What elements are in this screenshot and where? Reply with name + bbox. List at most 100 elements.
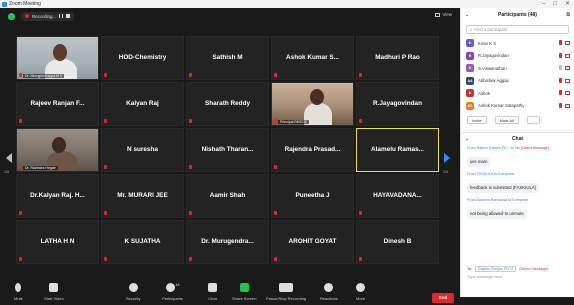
participant-name: R.Jayagovindan: [372, 100, 422, 107]
to-label: To:: [467, 267, 473, 271]
mute-all-button[interactable]: Mute All: [494, 116, 519, 124]
video-name-label: Principal BMSCE: [278, 120, 309, 124]
window-controls: – □ ✕: [542, 0, 570, 8]
share-screen-icon: [239, 283, 249, 292]
participant-row[interactable]: S S.Viswanathan: [461, 62, 574, 75]
chevron-down-icon[interactable]: ⌄: [465, 12, 469, 18]
chat-button[interactable]: Chat: [208, 283, 217, 301]
participant-row-name: Kiran K S: [478, 40, 497, 46]
participant-tile[interactable]: Dr. Murugendrappa M V: [16, 36, 99, 80]
window-title: Zoom Meeting: [9, 1, 41, 7]
participant-row[interactable]: R R.Jayagovindan: [461, 50, 574, 63]
participant-tile[interactable]: LATHA H N: [16, 220, 99, 264]
participant-tile[interactable]: Alamelu Ramas...: [356, 128, 439, 172]
participant-search-input[interactable]: ⌕ Find a participant: [466, 25, 569, 34]
smiley-icon: [324, 283, 334, 292]
muted-mic-icon: [189, 119, 192, 123]
more-button[interactable]: More: [356, 283, 365, 301]
participant-tile[interactable]: Ashok Kumar S...: [271, 36, 354, 80]
end-meeting-button[interactable]: End: [432, 293, 454, 303]
participant-name: Rajeev Ranjan F...: [30, 100, 85, 107]
participant-tile[interactable]: Puneetha J: [271, 174, 354, 218]
muted-mic-icon: [19, 119, 22, 123]
close-button[interactable]: ✕: [565, 0, 570, 8]
ellipsis-icon: [356, 283, 366, 292]
participant-tile[interactable]: N suresha: [101, 128, 184, 172]
participant-tile[interactable]: AROHIT GOYAT: [271, 220, 354, 264]
prev-page-button[interactable]: [6, 153, 14, 167]
muted-mic-icon: [359, 211, 362, 215]
minimize-button[interactable]: –: [542, 0, 545, 8]
muted-mic-icon: [274, 119, 277, 123]
participants-button[interactable]: 48 Participants: [162, 283, 183, 301]
participant-tile[interactable]: Rajendra Prasad...: [271, 128, 354, 172]
muted-mic-icon: [559, 65, 562, 70]
muted-mic-icon: [559, 102, 562, 108]
sender-text: From FKSKULA to Everyone: [467, 172, 514, 176]
sender-text: From Alamelu Ramaswa to Everyone: [467, 198, 528, 202]
next-page-button[interactable]: [444, 153, 452, 167]
maximize-button[interactable]: □: [553, 0, 557, 8]
participant-name: Aamir Shah: [209, 192, 246, 199]
participant-tile[interactable]: Rajeev Ranjan F...: [16, 82, 99, 126]
participant-tile[interactable]: Dr. Murugendra...: [186, 220, 269, 264]
muted-mic-icon: [559, 77, 562, 83]
message-text: yes mam: [467, 157, 491, 167]
search-icon: ⌕: [470, 27, 473, 32]
participant-row[interactable]: AA Abhishek Aggaji: [461, 75, 574, 88]
direct-message-tag: (Direct Message): [521, 146, 550, 150]
reactions-button[interactable]: Reactions: [320, 283, 338, 301]
security-button[interactable]: Security: [126, 283, 140, 301]
pause-recording-icon[interactable]: [59, 14, 64, 18]
pop-out-icon[interactable]: ⧉: [566, 12, 570, 18]
message-sender: From Rajeev Ranjan FD... to Me (Direct M…: [467, 146, 568, 150]
recording-dot-icon: [25, 14, 29, 18]
video-camera-icon: [49, 283, 59, 292]
participant-tile[interactable]: HOD-Chemistry: [101, 36, 184, 80]
avatar: S: [466, 64, 474, 73]
share-screen-button[interactable]: Share Screen: [232, 283, 256, 301]
start-video-button[interactable]: Start Video: [44, 283, 64, 301]
chat-message: From FKSKULA to Everyone feedback is subm…: [461, 170, 574, 196]
pause-stop-recording-button[interactable]: Pause/Stop Recording: [266, 283, 306, 301]
grid-view-icon: [435, 12, 441, 17]
participant-tile[interactable]: Kalyan Raj: [101, 82, 184, 126]
participant-tile[interactable]: Aamir Shah: [186, 174, 269, 218]
avatar: A: [466, 89, 474, 98]
chat-title: Chat: [511, 135, 524, 142]
security-shield-icon[interactable]: [8, 12, 15, 20]
invite-button[interactable]: Invite: [467, 116, 487, 124]
view-button[interactable]: View: [435, 12, 452, 17]
chat-recipient-row: To: Rajeev Ranjan FD72 (Direct Message): [467, 266, 548, 272]
recipient-select[interactable]: Rajeev Ranjan FD72: [475, 266, 517, 272]
participant-tile[interactable]: K SUJATHA: [101, 220, 184, 264]
chevron-down-icon[interactable]: ⌄: [465, 136, 469, 142]
video-off-icon: [565, 78, 570, 83]
avatar: R: [466, 51, 474, 60]
participant-row[interactable]: AS Ashok Kumar Satapathy: [461, 100, 574, 113]
participant-row[interactable]: K Kiran K S: [461, 37, 574, 50]
participant-tile[interactable]: HAYAVADANA...: [356, 174, 439, 218]
mute-button[interactable]: Mute: [14, 283, 23, 301]
muted-mic-icon: [274, 165, 277, 169]
meeting-toolbar: Mute Start Video Security 48 Participant…: [0, 280, 460, 305]
participant-row-name: Ashok: [478, 90, 490, 96]
participant-tile[interactable]: Sathish M: [186, 36, 269, 80]
chat-input[interactable]: Type message here...: [467, 274, 505, 279]
participant-tile[interactable]: R.Jayagovindan: [356, 82, 439, 126]
participant-tile[interactable]: Madhuri P Rao: [356, 36, 439, 80]
participant-tile[interactable]: Nishath Tharan...: [186, 128, 269, 172]
participant-tile[interactable]: Dr. Ravindra Hegde: [16, 128, 99, 172]
participant-tile[interactable]: Sharath Reddy: [186, 82, 269, 126]
video-feed: [17, 129, 98, 171]
stop-recording-icon[interactable]: [66, 14, 71, 18]
more-options-button[interactable]: ...: [526, 116, 541, 124]
muted-mic-icon: [274, 73, 277, 77]
participant-tile[interactable]: Mr. MURARI JEE: [101, 174, 184, 218]
muted-mic-icon: [274, 257, 277, 261]
recording-label: Recording...: [32, 13, 57, 19]
participant-tile[interactable]: Dinesh B: [356, 220, 439, 264]
participant-row[interactable]: A Ashok: [461, 87, 574, 100]
participant-tile[interactable]: Principal BMSCE: [271, 82, 354, 126]
participant-tile[interactable]: Dr.Kalyan Raj. H...: [16, 174, 99, 218]
